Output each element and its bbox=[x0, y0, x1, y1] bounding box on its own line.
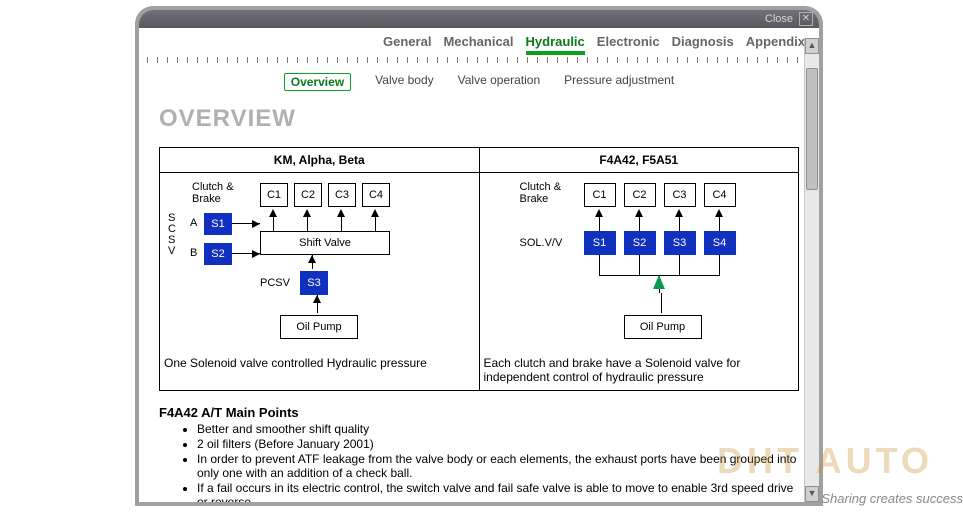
titlebar: Close ✕ bbox=[139, 10, 819, 28]
tab-diagnosis[interactable]: Diagnosis bbox=[672, 34, 734, 55]
comparison-table: KM, Alpha, Beta F4A42, F5A51 Clutch & Br… bbox=[159, 147, 799, 391]
caption-left: One Solenoid valve controlled Hydraulic … bbox=[160, 353, 479, 376]
c4-box-r: C4 bbox=[704, 183, 736, 207]
c1-box-r: C1 bbox=[584, 183, 616, 207]
list-item: Better and smoother shift quality bbox=[197, 422, 799, 436]
clutch-brake-label: Clutch & Brake bbox=[192, 181, 234, 205]
c3-box-r: C3 bbox=[664, 183, 696, 207]
page-title: OVERVIEW bbox=[159, 105, 799, 133]
tab-electronic[interactable]: Electronic bbox=[597, 34, 660, 55]
window-frame: Close ✕ ▲ ▼ General Mechanical Hydraulic… bbox=[135, 6, 823, 506]
scroll-up-icon[interactable]: ▲ bbox=[805, 38, 819, 54]
col-header-left: KM, Alpha, Beta bbox=[160, 148, 480, 173]
c2-box: C2 bbox=[294, 183, 322, 207]
sub-tabs: Overview Valve body Valve operation Pres… bbox=[139, 63, 819, 97]
s1-box: S1 bbox=[204, 213, 232, 235]
oil-pump-box-r: Oil Pump bbox=[624, 315, 702, 339]
subtab-pressure-adjustment[interactable]: Pressure adjustment bbox=[564, 73, 674, 91]
list-item: If a fail occurs in its electric control… bbox=[197, 481, 799, 506]
shift-valve-box: Shift Valve bbox=[260, 231, 390, 255]
c4-box: C4 bbox=[362, 183, 390, 207]
tab-hydraulic[interactable]: Hydraulic bbox=[526, 34, 585, 55]
c3-box: C3 bbox=[328, 183, 356, 207]
solvv-label: SOL.V/V bbox=[520, 237, 563, 249]
main-points-title: F4A42 A/T Main Points bbox=[159, 405, 799, 420]
s4-box-r: S4 bbox=[704, 231, 736, 255]
oil-pump-box: Oil Pump bbox=[280, 315, 358, 339]
close-label: Close bbox=[765, 13, 793, 25]
b-label: B bbox=[190, 247, 197, 259]
diagram-right: Clutch & Brake C1 C2 C3 C4 SOL.V/V bbox=[480, 173, 799, 353]
list-item: In order to prevent ATF leakage from the… bbox=[197, 452, 799, 480]
tab-general[interactable]: General bbox=[383, 34, 431, 55]
subtab-overview[interactable]: Overview bbox=[284, 73, 351, 91]
clutch-brake-label-r: Clutch & Brake bbox=[520, 181, 562, 205]
col-header-right: F4A42, F5A51 bbox=[479, 148, 799, 173]
scsv-label: S C S V bbox=[168, 213, 176, 257]
s3-box-r: S3 bbox=[664, 231, 696, 255]
subtab-valve-operation[interactable]: Valve operation bbox=[458, 73, 541, 91]
main-points-list: Better and smoother shift quality 2 oil … bbox=[179, 422, 799, 506]
list-item: 2 oil filters (Before January 2001) bbox=[197, 437, 799, 451]
a-label: A bbox=[190, 217, 197, 229]
close-icon[interactable]: ✕ bbox=[799, 12, 813, 26]
tab-appendix[interactable]: Appendix bbox=[746, 34, 805, 55]
main-tabs: General Mechanical Hydraulic Electronic … bbox=[139, 28, 819, 57]
tab-mechanical[interactable]: Mechanical bbox=[443, 34, 513, 55]
diagram-left: Clutch & Brake C1 C2 C3 C4 S C S V bbox=[160, 173, 479, 353]
s1-box-r: S1 bbox=[584, 231, 616, 255]
caption-right: Each clutch and brake have a Solenoid va… bbox=[480, 353, 799, 390]
c1-box: C1 bbox=[260, 183, 288, 207]
pcsv-label: PCSV bbox=[260, 277, 290, 289]
s2-box-r: S2 bbox=[624, 231, 656, 255]
s3-box: S3 bbox=[300, 271, 328, 295]
watermark-slogan: Sharing creates success bbox=[821, 491, 963, 506]
subtab-valve-body[interactable]: Valve body bbox=[375, 73, 433, 91]
content-area: OVERVIEW KM, Alpha, Beta F4A42, F5A51 Cl… bbox=[139, 97, 819, 506]
s2-box: S2 bbox=[204, 243, 232, 265]
c2-box-r: C2 bbox=[624, 183, 656, 207]
